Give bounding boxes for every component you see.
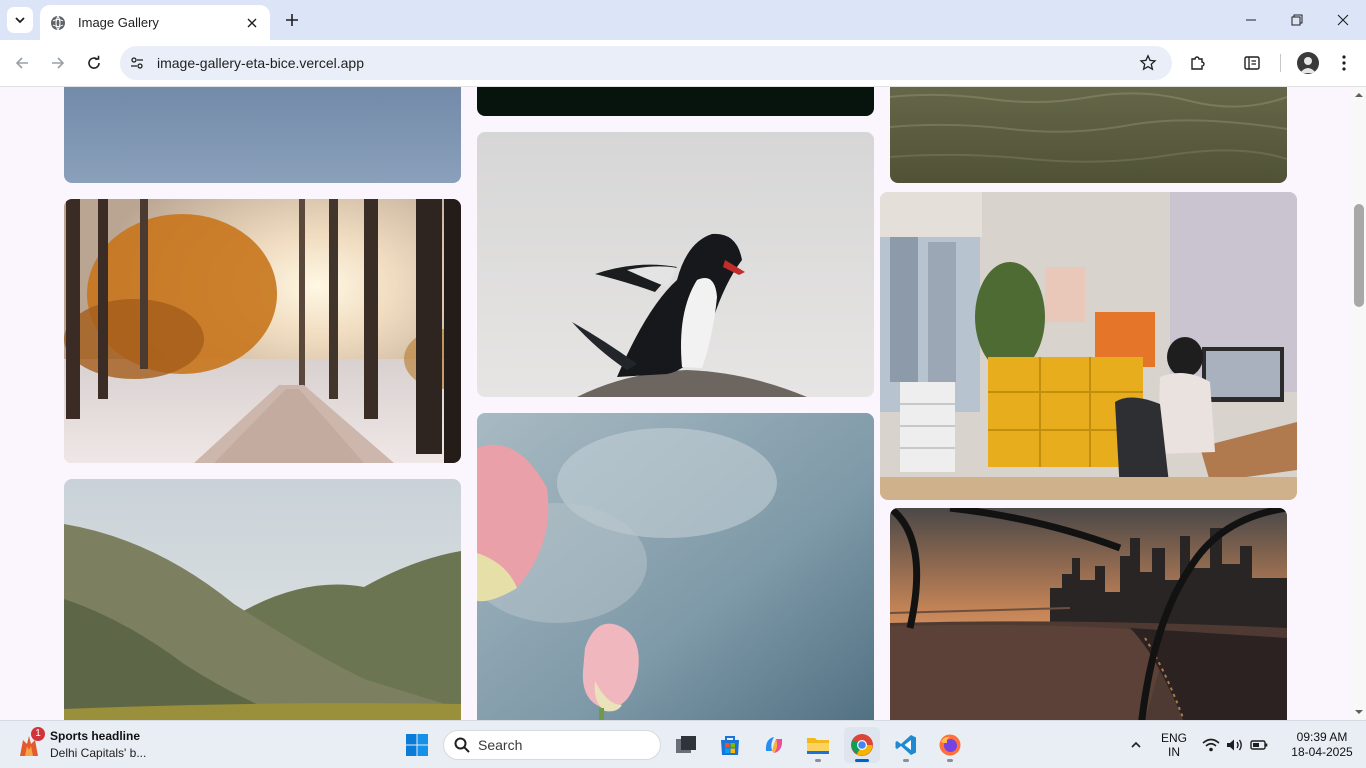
scroll-down-icon[interactable]: [1355, 708, 1363, 716]
address-bar[interactable]: image-gallery-eta-bice.vercel.app: [120, 46, 1172, 80]
language-indicator[interactable]: ENG IN: [1157, 731, 1191, 759]
reload-button[interactable]: [82, 51, 106, 75]
gallery-image-green-water[interactable]: [890, 87, 1287, 183]
taskbar-search-placeholder: Search: [478, 737, 523, 753]
tune-icon[interactable]: [125, 51, 149, 75]
back-button[interactable]: [10, 51, 34, 75]
language-code: ENG: [1160, 731, 1187, 745]
vscode-button[interactable]: [888, 727, 924, 763]
star-icon[interactable]: [1136, 51, 1160, 75]
tab-image-gallery[interactable]: Image Gallery: [40, 5, 270, 40]
vscode-icon: [895, 735, 916, 755]
copilot-button[interactable]: [756, 727, 792, 763]
task-view-icon: [676, 736, 696, 753]
windows-logo-icon: [406, 734, 428, 756]
plus-icon: [286, 14, 298, 26]
gallery-image-home-office[interactable]: [880, 192, 1297, 500]
more-vert-icon: [1342, 55, 1346, 71]
page-scrollbar[interactable]: [1352, 87, 1366, 720]
folder-icon: [807, 738, 829, 754]
minimize-button[interactable]: [1228, 0, 1274, 40]
scroll-up-icon[interactable]: [1355, 91, 1363, 99]
chevron-down-icon: [15, 17, 25, 24]
news-badge: 1: [31, 727, 45, 741]
tab-title: Image Gallery: [78, 15, 159, 30]
chrome-button[interactable]: [844, 727, 880, 763]
wifi-icon[interactable]: [1200, 721, 1222, 768]
gallery-image-sky[interactable]: [64, 87, 461, 183]
globe-icon: [50, 15, 66, 31]
volume-icon[interactable]: [1224, 721, 1246, 768]
reload-icon: [88, 55, 100, 69]
restore-button[interactable]: [1274, 0, 1320, 40]
show-hidden-icons-button[interactable]: [1124, 721, 1148, 768]
search-icon: [454, 737, 470, 753]
gallery-image-tulips[interactable]: [477, 413, 874, 720]
tab-strip: Image Gallery: [0, 0, 1366, 40]
app-active-indicator: [855, 759, 869, 762]
firefox-button[interactable]: [932, 727, 968, 763]
avatar-icon[interactable]: [1297, 52, 1319, 74]
close-window-button[interactable]: [1320, 0, 1366, 40]
app-running-indicator: [903, 759, 909, 762]
browser-menu-button[interactable]: [1332, 51, 1356, 75]
firefox-icon: [939, 734, 961, 756]
forward-arrow-icon: [52, 57, 65, 69]
news-headline-title[interactable]: Sports headline: [50, 729, 140, 743]
file-explorer-button[interactable]: [800, 727, 836, 763]
battery-icon[interactable]: [1248, 721, 1270, 768]
gallery-image-dark[interactable]: [477, 87, 874, 116]
tab-search-button[interactable]: [7, 7, 33, 33]
restore-icon: [1291, 14, 1303, 26]
chevron-up-icon: [1131, 741, 1141, 748]
toolbar-divider: [1280, 54, 1281, 72]
gallery-image-penguin[interactable]: [477, 132, 874, 397]
system-clock[interactable]: 09:39 AM 18-04-2025: [1290, 730, 1354, 760]
microsoft-store-button[interactable]: [712, 727, 748, 763]
forward-button[interactable]: [46, 51, 70, 75]
url-text: image-gallery-eta-bice.vercel.app: [157, 55, 364, 71]
back-arrow-icon: [15, 57, 28, 69]
minimize-icon: [1246, 19, 1256, 21]
gallery-image-autumn-forest[interactable]: [64, 199, 461, 463]
copilot-icon: [765, 737, 783, 753]
browser-toolbar: image-gallery-eta-bice.vercel.app: [0, 40, 1366, 87]
side-panel-icon: [1244, 56, 1260, 70]
region-code: IN: [1168, 745, 1180, 759]
close-icon: [1337, 14, 1349, 26]
side-panel-button[interactable]: [1240, 51, 1264, 75]
close-icon[interactable]: [244, 15, 260, 31]
store-icon: [721, 736, 739, 755]
clock-time: 09:39 AM: [1296, 730, 1348, 744]
gallery-image-city-sunset[interactable]: [890, 508, 1287, 720]
extensions-button[interactable]: [1186, 51, 1210, 75]
windows-taskbar: 1 Sports headline Delhi Capitals' b... S…: [0, 720, 1366, 768]
app-running-indicator: [815, 759, 821, 762]
app-running-indicator: [947, 759, 953, 762]
puzzle-icon: [1191, 56, 1205, 70]
windows-start-button[interactable]: [399, 727, 435, 763]
clock-date: 18-04-2025: [1291, 745, 1353, 759]
gallery-page: [0, 87, 1352, 720]
taskbar-search-box[interactable]: Search: [443, 730, 661, 760]
chrome-icon: [851, 734, 873, 756]
scrollbar-thumb[interactable]: [1354, 204, 1364, 307]
news-headline-subtitle[interactable]: Delhi Capitals' b...: [50, 746, 146, 760]
gallery-image-green-hills[interactable]: [64, 479, 461, 720]
task-view-button[interactable]: [668, 727, 704, 763]
new-tab-button[interactable]: [281, 9, 303, 31]
